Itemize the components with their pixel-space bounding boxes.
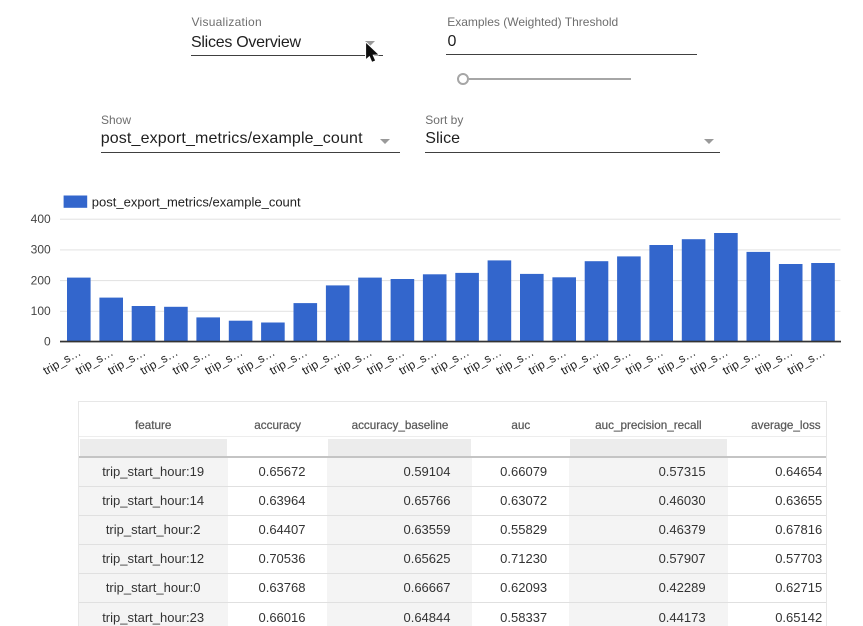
svg-text:trip_s…: trip_s… <box>785 345 828 378</box>
svg-text:0: 0 <box>44 335 51 349</box>
svg-text:300: 300 <box>31 243 51 257</box>
svg-text:400: 400 <box>31 212 51 226</box>
svg-text:post_export_metrics/example_co: post_export_metrics/example_count <box>92 194 301 209</box>
svg-text:200: 200 <box>31 273 51 287</box>
svg-text:100: 100 <box>31 304 51 318</box>
